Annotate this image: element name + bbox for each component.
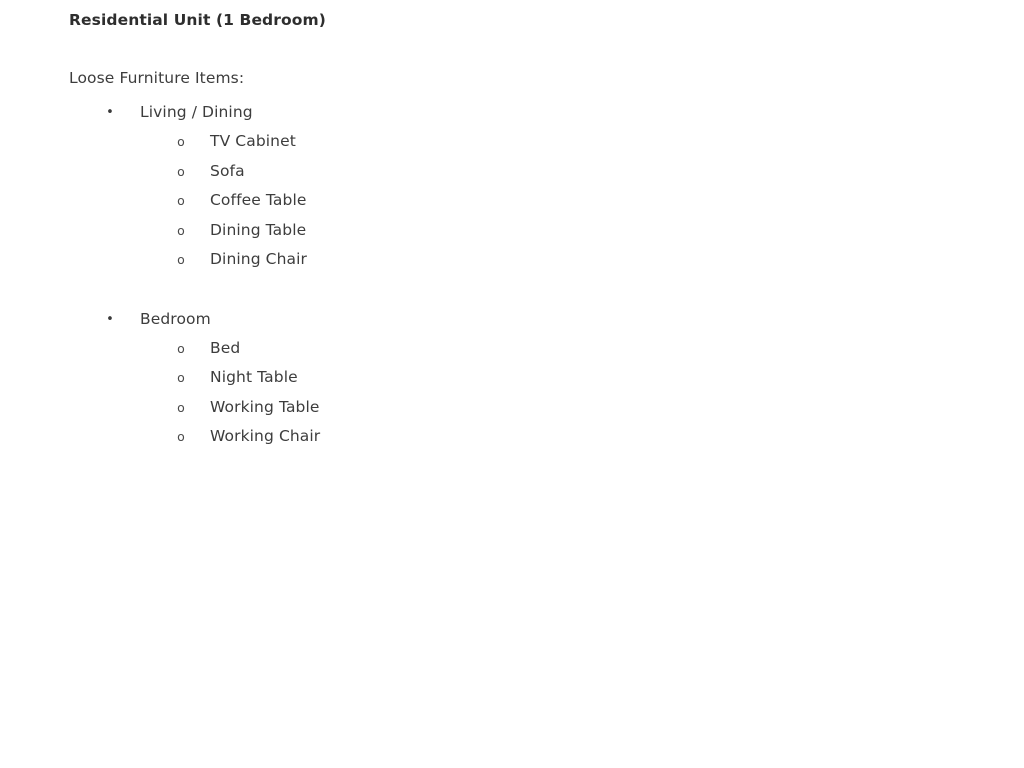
circle-bullet-icon: o <box>177 193 185 208</box>
list-item-label: Dining Chair <box>210 250 307 268</box>
list-item: o Working Chair <box>0 422 1024 452</box>
list-item-label: Bedroom <box>140 309 211 328</box>
list-group-bedroom: • Bedroom o Bed o Night Table o Working … <box>0 305 1024 452</box>
list-item-label: Coffee Table <box>210 191 307 209</box>
page-title: Residential Unit (1 Bedroom) <box>69 11 326 29</box>
list-item-label: Dining Table <box>210 220 307 239</box>
list-item: o Bed <box>0 334 1024 364</box>
circle-bullet-icon: o <box>177 399 185 415</box>
list-item-label: Bed <box>210 338 241 357</box>
bullet-icon: • <box>106 311 114 327</box>
circle-bullet-icon: o <box>177 370 185 385</box>
furniture-list: • Living / Dining o TV Cabinet o Sofa o … <box>0 98 1024 452</box>
list-item: • Living / Dining <box>0 98 1024 127</box>
list-item-label: Working Chair <box>210 427 321 445</box>
list-item: o Sofa <box>0 157 1024 187</box>
bullet-icon: • <box>106 105 114 120</box>
list-item: o Coffee Table <box>0 186 1024 216</box>
list-item: o TV Cabinet <box>0 127 1024 157</box>
circle-bullet-icon: o <box>177 340 185 356</box>
list-item-label: Night Table <box>210 368 298 386</box>
list-item-label: Sofa <box>210 161 245 180</box>
circle-bullet-icon: o <box>177 252 185 267</box>
list-item: • Bedroom <box>0 305 1024 334</box>
list-item-label: TV Cabinet <box>210 132 296 150</box>
list-item-label: Working Table <box>210 397 320 416</box>
list-item: o Working Table <box>0 393 1024 423</box>
list-group-living-dining: • Living / Dining o TV Cabinet o Sofa o … <box>0 98 1024 275</box>
circle-bullet-icon: o <box>177 134 185 149</box>
list-item-label: Living / Dining <box>140 103 253 121</box>
list-item: o Night Table <box>0 363 1024 393</box>
list-item: o Dining Chair <box>0 245 1024 275</box>
section-intro-label: Loose Furniture Items: <box>69 69 245 87</box>
circle-bullet-icon: o <box>177 222 185 238</box>
circle-bullet-icon: o <box>177 429 185 444</box>
document-page: Residential Unit (1 Bedroom) Loose Furni… <box>0 0 1024 768</box>
list-item: o Dining Table <box>0 216 1024 246</box>
circle-bullet-icon: o <box>177 163 185 179</box>
